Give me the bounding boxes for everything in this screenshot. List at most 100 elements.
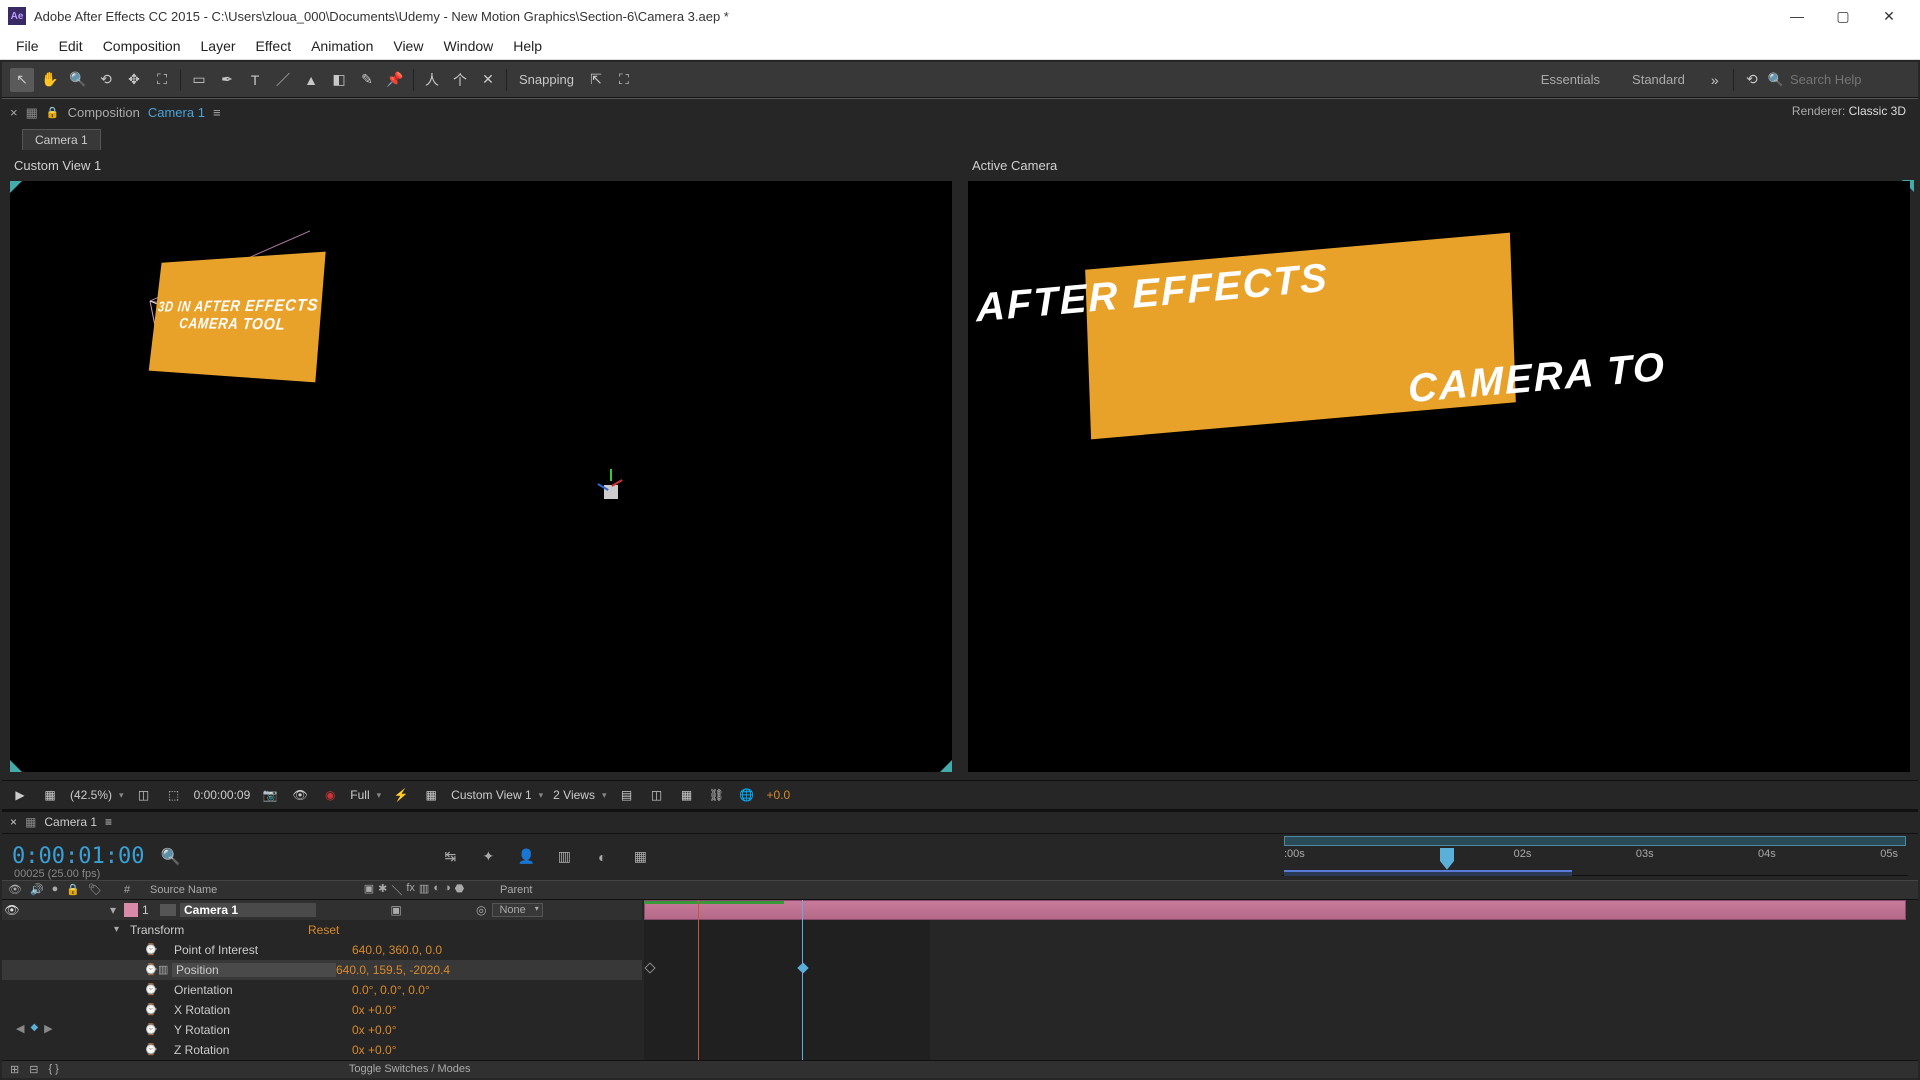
unified-camera-tool[interactable]: ✥	[122, 68, 146, 92]
view-layout-dropdown[interactable]: Custom View 1	[451, 788, 543, 802]
timeline-tab[interactable]: Camera 1	[44, 815, 97, 829]
guides-icon[interactable]: ◫	[647, 785, 667, 805]
comp-mini-flowchart-icon[interactable]: ↹	[440, 847, 460, 867]
motion-blur-icon[interactable]: ◐	[592, 847, 612, 867]
workspace-overflow[interactable]: »	[1703, 68, 1727, 92]
workspace-essentials[interactable]: Essentials	[1527, 72, 1614, 87]
current-time-display[interactable]: 0:00:01:00	[2, 844, 154, 869]
keyframe-tick[interactable]	[802, 986, 803, 994]
local-axis-mode[interactable]: 人	[420, 68, 444, 92]
menu-help[interactable]: Help	[503, 34, 552, 58]
sync-settings-icon[interactable]: ⟲	[1740, 68, 1764, 92]
label-color[interactable]	[124, 903, 138, 917]
stopwatch-icon[interactable]: ⌚	[144, 1003, 158, 1016]
roi-icon[interactable]: ⬚	[164, 785, 184, 805]
transparency-grid-icon[interactable]: ▦	[40, 785, 60, 805]
views-count-dropdown[interactable]: 2 Views	[553, 788, 606, 802]
stopwatch-icon[interactable]: ⌚	[144, 1043, 158, 1056]
property-value[interactable]: 0x +0.0°	[352, 1023, 397, 1037]
work-area-bar[interactable]	[1284, 836, 1906, 846]
type-tool[interactable]: T	[243, 68, 267, 92]
keyframe-tick[interactable]	[802, 926, 803, 934]
twirl-transform[interactable]: ▾	[114, 924, 128, 935]
reset-link[interactable]: Reset	[308, 923, 339, 937]
panel-menu-icon[interactable]: ≡	[213, 105, 221, 120]
menu-window[interactable]: Window	[433, 34, 503, 58]
search-input[interactable]	[1790, 72, 1910, 87]
next-keyframe-button[interactable]: ▶	[44, 1022, 52, 1035]
menu-view[interactable]: View	[383, 34, 433, 58]
menu-layer[interactable]: Layer	[191, 34, 246, 58]
twirl-layer[interactable]: ▾	[110, 903, 124, 917]
property-row-orientation[interactable]: ⌚Orientation0.0°, 0.0°, 0.0°	[2, 980, 642, 1000]
add-keyframe-button[interactable]: ◆	[30, 1022, 38, 1035]
resolution-dropdown[interactable]: Full	[350, 788, 381, 802]
parent-col[interactable]: Parent	[494, 884, 642, 896]
workspace-standard[interactable]: Standard	[1618, 72, 1699, 87]
always-preview-icon[interactable]: ▶	[10, 785, 30, 805]
prev-keyframe-button[interactable]: ◀	[16, 1022, 24, 1035]
transform-group[interactable]: ▾ Transform Reset	[2, 920, 642, 940]
video-column-icon[interactable]: 👁	[8, 883, 22, 896]
menu-effect[interactable]: Effect	[246, 34, 302, 58]
layer-switches[interactable]: ▣	[316, 903, 476, 917]
pan-behind-tool[interactable]: ⛶	[150, 68, 174, 92]
minimize-button[interactable]: —	[1774, 0, 1820, 32]
property-value[interactable]: 0.0°, 0.0°, 0.0°	[352, 983, 430, 997]
menu-composition[interactable]: Composition	[93, 34, 191, 58]
brackets-icon[interactable]: { }	[48, 1063, 58, 1075]
close-button[interactable]: ✕	[1866, 0, 1912, 32]
stopwatch-icon[interactable]: ⌚	[144, 983, 158, 996]
maximize-button[interactable]: ▢	[1820, 0, 1866, 32]
graph-icon[interactable]: ▥	[158, 963, 172, 976]
snapping-label[interactable]: Snapping	[513, 72, 580, 87]
stopwatch-icon[interactable]: ⌚	[144, 1023, 158, 1036]
close-panel-icon[interactable]: ×	[10, 105, 18, 120]
label-column-icon[interactable]: 🏷	[88, 883, 102, 896]
comp-subtab[interactable]: Camera 1	[22, 129, 101, 150]
playhead-line[interactable]	[802, 900, 803, 1060]
solo-column-icon[interactable]: ●	[52, 883, 59, 896]
snap-bbox-icon[interactable]: ⛶	[612, 68, 636, 92]
keyframe-tick[interactable]	[802, 1026, 803, 1034]
hand-tool[interactable]: ✋	[38, 68, 62, 92]
stopwatch-icon[interactable]: ⌚	[144, 943, 158, 956]
view-axis-mode[interactable]: ✕	[476, 68, 500, 92]
pickwhip-icon[interactable]: ◎	[476, 903, 486, 917]
timeline-close-icon[interactable]: ×	[10, 815, 17, 829]
flowchart-icon[interactable]: ▦	[26, 105, 38, 121]
viewer-left-canvas[interactable]: 3D IN AFTER EFFECTS CAMERA TOOL	[10, 181, 952, 772]
zoom-tool[interactable]: 🔍	[66, 68, 90, 92]
frame-blend-icon[interactable]: ▥	[554, 847, 574, 867]
search-timeline-icon[interactable]: 🔍	[160, 847, 180, 867]
roto-brush-tool[interactable]: ✎	[355, 68, 379, 92]
timeline-graph-area[interactable]	[642, 900, 1918, 1060]
current-time[interactable]: 0:00:00:09	[194, 788, 251, 802]
menu-animation[interactable]: Animation	[301, 34, 383, 58]
stopwatch-icon[interactable]: ⌚	[144, 963, 158, 976]
toggle-switches-icon[interactable]: ⊞	[10, 1063, 19, 1076]
graph-editor-icon[interactable]: ▦	[630, 847, 650, 867]
time-ruler[interactable]: :00s 02s 03s 04s 05s	[1282, 834, 1908, 876]
rectangle-tool[interactable]: ▭	[187, 68, 211, 92]
timeline-flowchart-icon[interactable]: ▦	[25, 815, 36, 829]
rotation-tool[interactable]: ⟲	[94, 68, 118, 92]
selection-tool[interactable]: ↖	[10, 68, 34, 92]
channel-icon[interactable]: ◉	[320, 785, 340, 805]
parent-dropdown[interactable]: None	[492, 903, 542, 917]
property-value[interactable]: 640.0, 360.0, 0.0	[352, 943, 442, 957]
property-row-position[interactable]: ⌚▥Position640.0, 159.5, -2020.4	[2, 960, 642, 980]
audio-column-icon[interactable]: 🔊	[30, 883, 44, 896]
keyframe-tick[interactable]	[802, 1006, 803, 1014]
pixel-aspect-icon[interactable]: ▤	[617, 785, 637, 805]
property-value[interactable]: 0x +0.0°	[352, 1043, 397, 1057]
world-axis-mode[interactable]: 个	[448, 68, 472, 92]
zoom-dropdown[interactable]: (42.5%)	[70, 788, 124, 802]
clone-stamp-tool[interactable]: ▲	[299, 68, 323, 92]
lock-panel-icon[interactable]: 🔒	[46, 106, 60, 119]
layer-name[interactable]: Camera 1	[180, 903, 316, 917]
fast-previews-icon[interactable]: ⚡	[391, 785, 411, 805]
menu-edit[interactable]: Edit	[49, 34, 93, 58]
brush-tool[interactable]: ／	[271, 68, 295, 92]
menu-file[interactable]: File	[6, 34, 49, 58]
